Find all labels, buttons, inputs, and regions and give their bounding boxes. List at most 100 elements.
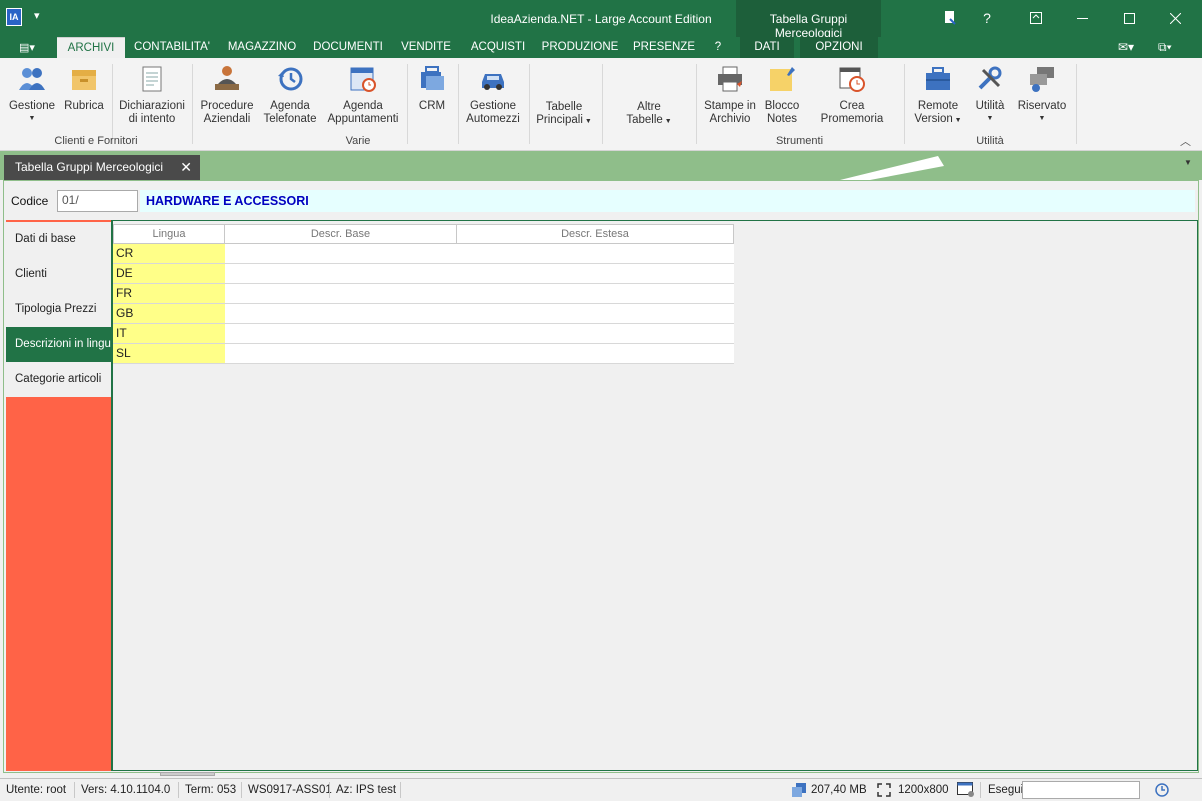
gestione-automezzi-button[interactable]: Gestione Automezzi (463, 64, 523, 126)
maximize-icon[interactable] (1106, 0, 1152, 37)
fullscreen-icon[interactable] (877, 783, 891, 800)
tab-contabilita[interactable]: CONTABILITA' (128, 37, 216, 58)
table-row[interactable]: SL (113, 344, 734, 364)
nav-descrizioni-in-lingua[interactable]: Descrizioni in lingua (6, 327, 111, 362)
automezzi-label-2: Automezzi (466, 113, 520, 125)
window-settings-icon[interactable] (957, 782, 975, 801)
tab-archivi[interactable]: ARCHIVI (57, 37, 125, 58)
altre-tabelle-button[interactable]: Altre Tabelle ▼ (618, 101, 680, 128)
crm-button[interactable]: CRM (412, 64, 452, 113)
status-separator (329, 782, 330, 798)
nav-clienti[interactable]: Clienti (6, 257, 111, 292)
dichiarazioni-label-1: Dichiarazioni (119, 100, 185, 112)
utilita-label: Utilità (975, 100, 1005, 112)
chevron-down-icon: ▼ (986, 115, 994, 122)
table-row[interactable]: GB (113, 304, 734, 324)
riservato-label: Riservato (1017, 100, 1067, 112)
car-icon (482, 74, 504, 90)
column-header-descr-base[interactable]: Descr. Base (225, 224, 457, 244)
blocco-label-2: Notes (766, 113, 798, 125)
status-bar: Utente: root Vers: 4.10.1104.0 Term: 053… (0, 778, 1202, 801)
dichiarazioni-button[interactable]: Dichiarazioni di intento (118, 64, 186, 126)
esegui-input[interactable] (1022, 781, 1140, 799)
status-resolution: 1200x800 (898, 784, 949, 796)
riservato-button[interactable]: Riservato ▼ (1014, 64, 1070, 123)
context-tab-title: Tabella Gruppi Merceologici (769, 12, 848, 40)
tab-presenze[interactable]: PRESENZE (630, 37, 698, 58)
history-clock-icon (278, 67, 303, 91)
utilita-button[interactable]: Utilità ▼ (970, 64, 1010, 123)
file-menu-icon[interactable]: ▤▾ (10, 40, 44, 56)
lingua-cell[interactable]: GB (113, 304, 225, 323)
status-azienda: Az: IPS test (336, 784, 397, 796)
tab-acquisti[interactable]: ACQUISTI (464, 37, 532, 58)
sticky-note-icon (770, 67, 795, 91)
column-header-descr-estesa[interactable]: Descr. Estesa (457, 224, 734, 244)
refresh-clock-icon[interactable] (1154, 782, 1170, 801)
altre-label-1: Altre (637, 101, 661, 113)
group-strumenti: Strumenti (775, 135, 824, 147)
crm-label: CRM (418, 100, 446, 112)
lingua-cell[interactable]: DE (113, 264, 225, 283)
lingua-cell[interactable]: SL (113, 344, 225, 363)
close-tab-icon[interactable]: ✕ (180, 155, 192, 180)
document-tab[interactable]: Tabella Gruppi Merceologici ✕ (4, 155, 200, 180)
gestione-button[interactable]: Gestione ▼ (6, 64, 58, 123)
lingua-cell[interactable]: CR (113, 244, 225, 263)
ribbon-separator (458, 64, 459, 144)
stampe-archivio-button[interactable]: Stampe in Archivio (702, 64, 758, 126)
status-separator (241, 782, 242, 798)
horizontal-scrollbar[interactable] (160, 772, 215, 776)
tab-produzione[interactable]: PRODUZIONE (538, 37, 622, 58)
tab-documenti[interactable]: DOCUMENTI (308, 37, 388, 58)
table-row[interactable]: DE (113, 264, 734, 284)
tabelle-principali-button[interactable]: Tabelle Principali ▼ (533, 101, 595, 128)
ribbon-display-options-icon[interactable] (1013, 0, 1059, 37)
calendar-clock-icon (350, 67, 376, 92)
codice-input[interactable]: 01/ (57, 190, 138, 212)
document-icon (142, 66, 162, 92)
tab-opzioni[interactable]: OPZIONI (800, 37, 878, 58)
document-tab-label: Tabella Gruppi Merceologici (15, 160, 164, 174)
agenda-appuntamenti-button[interactable]: Agenda Appuntamenti (325, 64, 401, 126)
close-icon[interactable] (1152, 0, 1198, 37)
table-row[interactable]: CR (113, 244, 734, 264)
nav-tipologia-prezzi[interactable]: Tipologia Prezzi (6, 292, 111, 327)
codice-label: Codice (11, 194, 49, 208)
agenda-tel-label-2: Telefonate (263, 113, 317, 125)
mail-icon[interactable]: ✉▾ (1118, 40, 1134, 54)
people-icon (19, 68, 45, 90)
worker-desk-icon (215, 66, 239, 90)
help-button[interactable]: ? (964, 0, 1010, 37)
group-description: HARDWARE E ACCESSORI (140, 190, 1195, 212)
table-row[interactable]: IT (113, 324, 734, 344)
agenda-telefonate-button[interactable]: Agenda Telefonate (261, 64, 319, 126)
tab-help[interactable]: ? (706, 37, 730, 58)
ribbon-separator (602, 64, 603, 144)
table-row[interactable]: FR (113, 284, 734, 304)
crea-promemoria-button[interactable]: Crea Promemoria (808, 64, 896, 126)
tab-dati[interactable]: DATI (740, 37, 794, 58)
windows-layout-icon[interactable]: ⧉▾ (1158, 40, 1172, 55)
tab-list-dropdown-icon[interactable]: ▼ (1184, 158, 1192, 167)
esegui-label: Esegui (988, 784, 1024, 796)
collapse-ribbon-icon[interactable]: ︿ (1180, 133, 1191, 149)
minimize-icon[interactable] (1059, 0, 1105, 37)
tab-magazzino[interactable]: MAGAZZINO (222, 37, 302, 58)
lingua-cell[interactable]: FR (113, 284, 225, 303)
nav-categorie-articoli[interactable]: Categorie articoli (6, 362, 111, 397)
chevron-down-icon: ▼ (662, 118, 672, 125)
status-utente: Utente: root (6, 784, 67, 796)
rubrica-button[interactable]: Rubrica (62, 64, 106, 113)
procedure-aziendali-button[interactable]: Procedure Aziendali (197, 64, 257, 126)
remote-version-button[interactable]: Remote Version ▼ (910, 64, 966, 127)
remote-label-2: Version (914, 113, 953, 125)
blocco-notes-button[interactable]: Blocco Notes (762, 64, 802, 126)
briefcase-icon (926, 67, 950, 90)
tab-vendite[interactable]: VENDITE (395, 37, 457, 58)
lingua-cell[interactable]: IT (113, 324, 225, 343)
status-memory: 207,40 MB (811, 784, 867, 796)
automezzi-label-1: Gestione (469, 100, 517, 112)
column-header-lingua[interactable]: Lingua (113, 224, 225, 244)
nav-dati-di-base[interactable]: Dati di base (6, 222, 111, 257)
